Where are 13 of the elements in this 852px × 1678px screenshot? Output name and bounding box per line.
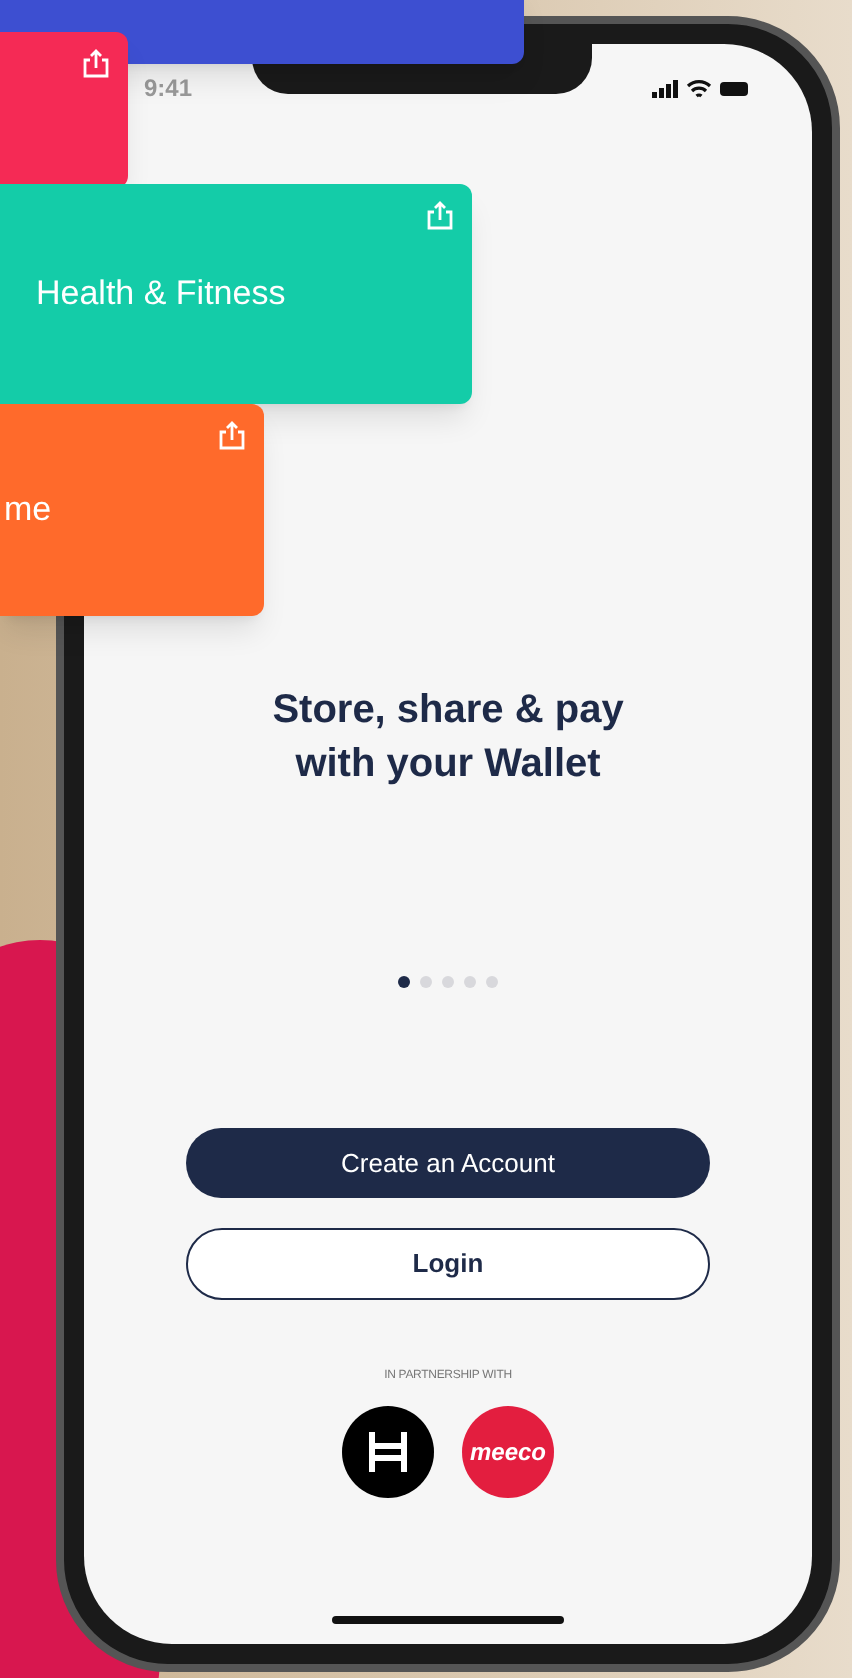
partner-logo: meeco: [462, 1406, 554, 1498]
login-button[interactable]: Login: [186, 1228, 710, 1300]
status-time: 9:41: [144, 72, 193, 106]
wallet-card[interactable]: [0, 32, 128, 188]
share-icon[interactable]: [216, 420, 248, 452]
share-icon[interactable]: [424, 200, 456, 232]
create-account-button[interactable]: Create an Account: [186, 1128, 710, 1198]
partner-logo-icon: [342, 1406, 434, 1498]
share-icon[interactable]: [80, 48, 112, 80]
headline: Store, share & pay with your Wallet: [270, 686, 626, 790]
card-title: Health & Fitness: [36, 272, 286, 317]
status-icons: [652, 76, 752, 100]
card-title: me: [4, 488, 52, 533]
